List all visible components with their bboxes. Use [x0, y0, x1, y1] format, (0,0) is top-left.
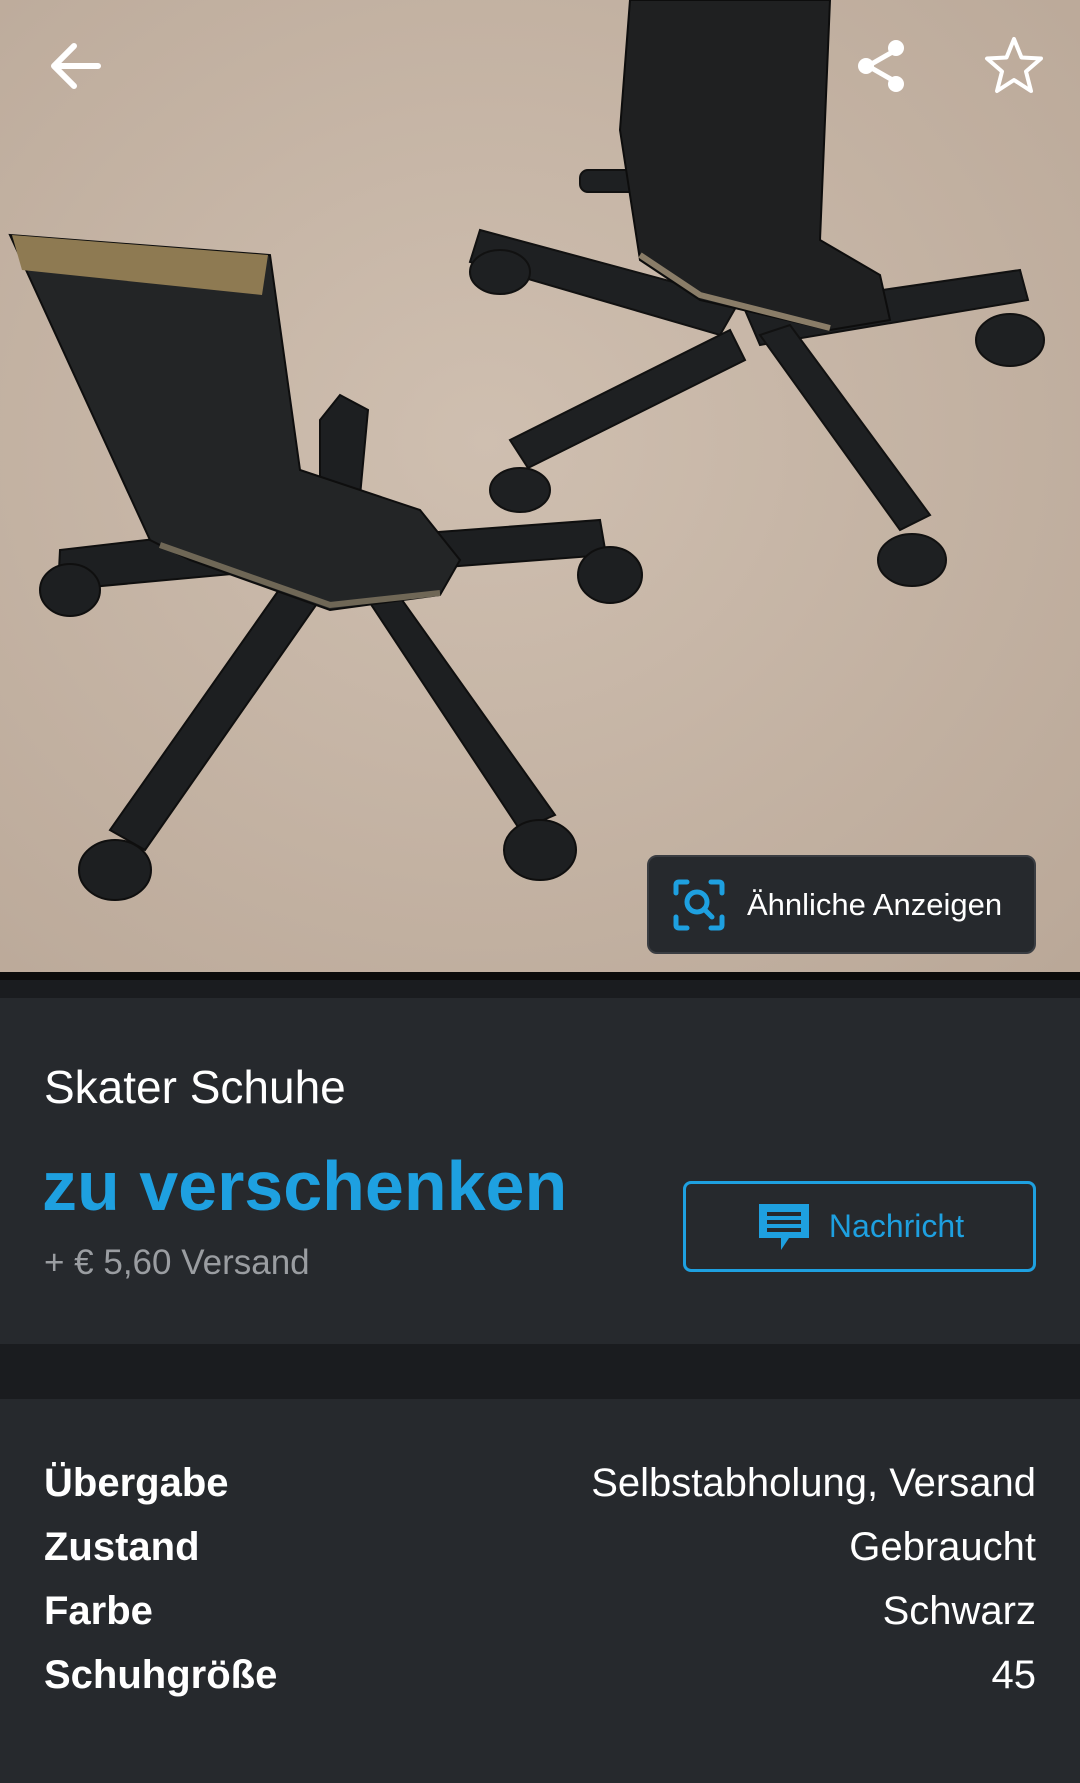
similar-ads-label: Ähnliche Anzeigen	[747, 886, 1003, 922]
chat-bubble-icon	[758, 1203, 809, 1250]
share-icon	[858, 40, 904, 92]
listing-summary: Skater Schuhe zu verschenken + € 5,60 Ve…	[0, 998, 1080, 1344]
detail-row-zustand: Zustand Gebraucht	[44, 1525, 1036, 1585]
listing-details: Übergabe Selbstabholung, Versand Zustand…	[0, 1399, 1080, 1783]
star-outline-icon	[985, 37, 1043, 93]
favorite-button[interactable]	[974, 26, 1054, 106]
detail-key: Schuhgröße	[44, 1653, 278, 1697]
listing-photo[interactable]: Ähnliche Anzeigen	[0, 0, 1080, 980]
arrow-left-icon	[51, 43, 101, 89]
detail-key: Farbe	[44, 1589, 153, 1633]
share-button[interactable]	[842, 26, 922, 106]
detail-key: Zustand	[44, 1525, 200, 1569]
listing-price: zu verschenken	[42, 1147, 568, 1225]
section-separator	[0, 980, 1080, 998]
photo-bottom-edge	[0, 972, 1080, 980]
detail-row-uebergabe: Übergabe Selbstabholung, Versand	[44, 1461, 1036, 1521]
detail-value: 45	[991, 1653, 1037, 1697]
detail-row-schuhgroesse: Schuhgröße 45	[44, 1653, 1036, 1713]
detail-key: Übergabe	[44, 1461, 229, 1505]
visual-search-icon	[673, 879, 725, 930]
message-button-label: Nachricht	[828, 1208, 965, 1244]
detail-row-farbe: Farbe Schwarz	[44, 1589, 1036, 1649]
photo-image	[0, 0, 1080, 980]
shipping-cost: + € 5,60 Versand	[44, 1243, 310, 1282]
detail-value: Schwarz	[882, 1589, 1036, 1633]
back-button[interactable]	[36, 26, 116, 106]
similar-ads-button[interactable]: Ähnliche Anzeigen	[647, 855, 1036, 954]
detail-value: Selbstabholung, Versand	[591, 1461, 1036, 1505]
detail-value: Gebraucht	[849, 1525, 1036, 1569]
section-separator	[0, 1344, 1080, 1399]
listing-title: Skater Schuhe	[44, 1061, 346, 1113]
message-button[interactable]: Nachricht	[683, 1181, 1036, 1272]
